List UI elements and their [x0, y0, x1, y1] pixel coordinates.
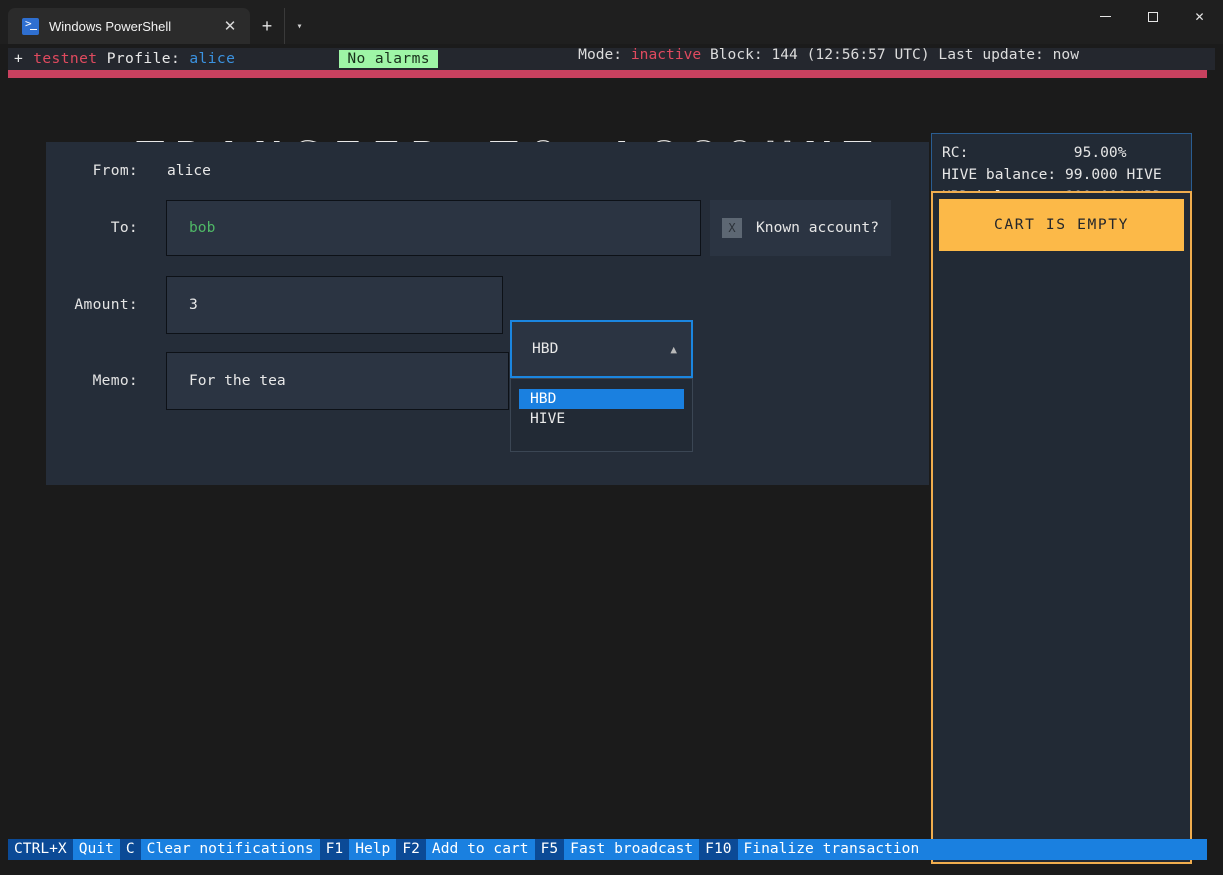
keybinding-label-add-to-cart[interactable]: Add to cart [425, 839, 535, 860]
mode-label: Mode: [578, 45, 623, 63]
block-info: Block: 144 (12:56:57 UTC) Last update: n… [701, 45, 1079, 63]
window-controls: ✕ [1082, 0, 1223, 33]
from-label: From: [92, 161, 138, 179]
window-title-bar: Windows PowerShell ✕ + ▾ ✕ [0, 0, 1223, 44]
tab-title: Windows PowerShell [49, 18, 172, 34]
chevron-down-icon[interactable]: ▾ [284, 8, 314, 44]
cart-panel[interactable]: CART IS EMPTY [931, 191, 1192, 864]
amount-input-value: 3 [189, 295, 198, 313]
to-row: To: bob [46, 200, 701, 256]
from-value: alice [167, 161, 211, 179]
to-input[interactable]: bob [166, 200, 701, 256]
close-tab-icon[interactable]: ✕ [220, 17, 240, 35]
terminal-surface: + testnet Profile: alice No alarms Mode:… [8, 44, 1215, 867]
from-row: From: alice [46, 160, 446, 182]
status-spacer [98, 52, 107, 67]
amount-row: Amount: 3 [46, 276, 503, 334]
amount-input[interactable]: 3 [166, 276, 503, 334]
status-bar-right: Mode: inactive Block: 144 (12:56:57 UTC)… [578, 44, 1079, 66]
minimize-button[interactable] [1082, 0, 1129, 33]
close-window-button[interactable]: ✕ [1176, 0, 1223, 33]
footer-keybindings: CTRL+X Quit C Clear notifications F1 Hel… [8, 839, 1207, 860]
powershell-icon [22, 17, 39, 35]
currency-select-value: HBD [532, 339, 559, 357]
to-input-value: bob [189, 218, 216, 236]
amount-label: Amount: [74, 295, 138, 313]
keybinding-key-add-to-cart[interactable]: F2 [396, 839, 426, 860]
currency-option-hbd[interactable]: HBD [519, 389, 684, 409]
keybinding-label-fast-broadcast[interactable]: Fast broadcast [564, 839, 700, 860]
status-spacer-2 [180, 52, 189, 67]
memo-label: Memo: [92, 371, 138, 389]
profile-label: Profile: [106, 49, 181, 67]
to-label: To: [110, 218, 138, 236]
profile-value: alice [189, 49, 236, 67]
memo-input[interactable]: For the tea [166, 352, 509, 410]
keybinding-key-finalize-transaction[interactable]: F10 [699, 839, 738, 860]
transfer-form-panel: From: alice To: bob X Known account? Amo… [46, 142, 929, 485]
keybinding-label-clear-notifications[interactable]: Clear notifications [140, 839, 320, 860]
currency-select[interactable]: HBD ▲ [510, 320, 693, 378]
new-tab-icon[interactable]: + [250, 8, 284, 44]
memo-row: Memo: For the tea [46, 352, 509, 410]
footer-filler [925, 839, 1207, 860]
known-account-toggle[interactable]: X Known account? [710, 200, 891, 256]
currency-options-list[interactable]: HBD HIVE [510, 378, 693, 452]
cart-status-banner: CART IS EMPTY [939, 199, 1184, 251]
tab-windows-powershell[interactable]: Windows PowerShell ✕ [8, 8, 250, 44]
keybinding-key-help[interactable]: F1 [319, 839, 350, 860]
memo-input-value: For the tea [189, 371, 286, 389]
keybinding-key-quit[interactable]: CTRL+X [8, 839, 73, 860]
keybinding-key-clear-notifications[interactable]: C [119, 839, 141, 860]
checkbox-icon[interactable]: X [722, 218, 742, 238]
known-account-label: Known account? [756, 218, 880, 236]
status-plus-indicator: + [14, 49, 24, 67]
currency-option-hive[interactable]: HIVE [519, 409, 684, 429]
notification-bar [8, 70, 1207, 78]
network-label: testnet [33, 49, 98, 67]
keybinding-key-fast-broadcast[interactable]: F5 [534, 839, 565, 860]
keybinding-label-finalize-transaction[interactable]: Finalize transaction [737, 839, 926, 860]
keybinding-label-quit[interactable]: Quit [72, 839, 120, 860]
maximize-button[interactable] [1129, 0, 1176, 33]
tab-strip: Windows PowerShell ✕ + ▾ [8, 4, 314, 44]
keybinding-label-help[interactable]: Help [349, 839, 397, 860]
alarms-badge: No alarms [339, 49, 438, 69]
mode-value: inactive [630, 45, 702, 63]
mode-spacer [622, 48, 631, 63]
chevron-up-icon[interactable]: ▲ [670, 344, 677, 355]
